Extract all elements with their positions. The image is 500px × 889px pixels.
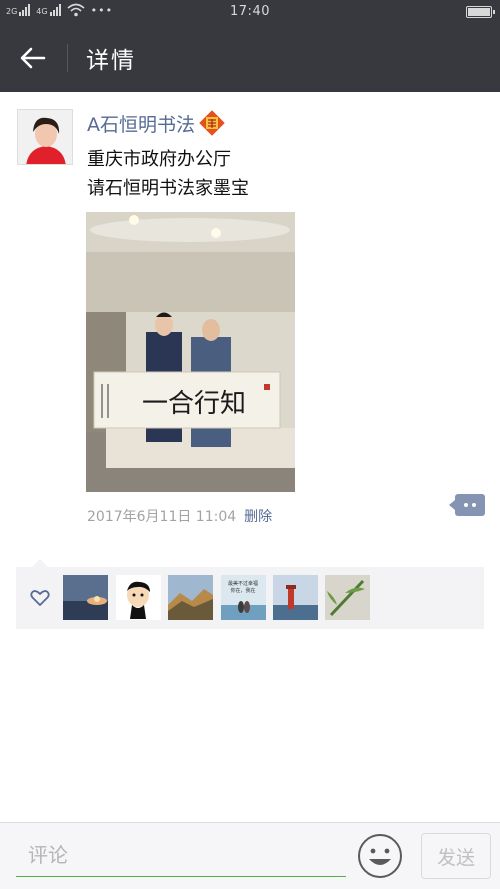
post-text-line-1: 重庆市政府办公厅: [87, 149, 231, 170]
calligraphy-text: 一合行知: [142, 389, 246, 419]
title-divider: [67, 44, 68, 72]
comment-input[interactable]: [16, 833, 346, 877]
title-bar: 详情: [0, 24, 500, 92]
battery-icon: [466, 6, 495, 18]
emoji-button[interactable]: [357, 833, 403, 879]
calligraphy-seal-badge-icon: [199, 110, 225, 136]
liker-avatar[interactable]: 最美不过幸福 你在，我在: [221, 575, 266, 620]
liker-caption-line-1: 最美不过幸福: [228, 580, 258, 587]
liker-avatar-bamboo: [325, 575, 370, 620]
delete-button[interactable]: 删除: [244, 506, 272, 526]
username-row: A石恒明书法: [87, 108, 227, 138]
arrow-left-icon: [20, 47, 46, 69]
liker-avatar-couple: 最美不过幸福 你在，我在: [221, 575, 266, 620]
heart-icon: [30, 590, 50, 606]
comment-like-menu-button[interactable]: [449, 494, 485, 516]
page-title: 详情: [86, 48, 136, 74]
liker-avatar-sunset: [63, 575, 108, 620]
post-text: 重庆市政府办公厅 请石恒明书法家墨宝: [87, 145, 249, 203]
avatar-photo: [18, 110, 72, 164]
liker-avatar[interactable]: [273, 575, 318, 620]
liker-avatar-tower: [273, 575, 318, 620]
send-button[interactable]: 发送: [421, 833, 491, 879]
liker-avatar[interactable]: [325, 575, 370, 620]
likes-panel: 最美不过幸福 你在，我在: [16, 559, 484, 629]
smiley-icon: [358, 834, 402, 878]
comment-bar: 发送: [0, 822, 500, 889]
post-meta: 2017年6月11日 11:04 删除: [87, 506, 272, 526]
back-button[interactable]: [0, 24, 66, 92]
post-timestamp: 2017年6月11日 11:04: [87, 509, 237, 525]
status-bar: 2G 4G ••• 17:40: [0, 0, 500, 24]
post-image[interactable]: 一合行知: [86, 212, 295, 492]
post-text-line-2: 请石恒明书法家墨宝: [87, 178, 249, 199]
liker-avatar[interactable]: [116, 575, 161, 620]
avatar[interactable]: [17, 109, 73, 165]
liker-avatar[interactable]: [168, 575, 213, 620]
liker-avatar[interactable]: [63, 575, 108, 620]
liker-avatar-greatwall: [168, 575, 213, 620]
status-time: 17:40: [230, 4, 270, 19]
username-link[interactable]: A石恒明书法: [87, 110, 195, 137]
liker-avatar-cartoon: [116, 575, 161, 620]
liker-caption-line-2: 你在，我在: [230, 587, 255, 594]
calligraphy-photo: 一合行知: [86, 212, 295, 492]
